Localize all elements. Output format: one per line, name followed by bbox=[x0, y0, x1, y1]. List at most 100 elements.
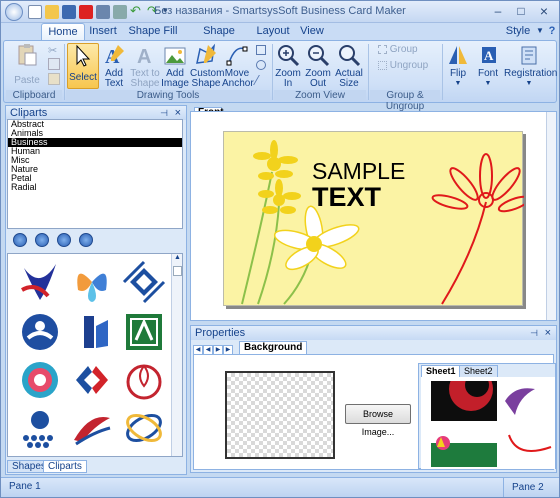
group-label-drawing-tools: Drawing Tools bbox=[66, 90, 270, 101]
registration-button[interactable]: Registration ▼ bbox=[504, 43, 557, 89]
list-item[interactable]: Human bbox=[8, 147, 182, 156]
group-icon bbox=[378, 45, 387, 54]
card-text-line1[interactable]: SAMPLE bbox=[312, 158, 405, 185]
properties-panel: Properties ⊣ × ◀ ◀ ▶ ▶ Background Browse Im… bbox=[190, 325, 557, 473]
tab-home[interactable]: Home bbox=[41, 23, 85, 40]
tab-cliparts[interactable]: Cliparts bbox=[43, 460, 87, 473]
prev-page-button[interactable] bbox=[35, 233, 49, 247]
add-image-button[interactable]: Add Image bbox=[161, 43, 189, 89]
pin-icon[interactable]: ⊣ bbox=[160, 106, 168, 120]
ungroup-button[interactable]: Ungroup bbox=[378, 61, 434, 71]
zoom-out-button[interactable]: Zoom Out bbox=[304, 43, 332, 89]
chevron-down-icon: ▼ bbox=[454, 80, 462, 87]
properties-tab-nav: ◀ ◀ ▶ ▶ bbox=[193, 342, 237, 355]
add-text-icon: A bbox=[105, 45, 124, 67]
tab-view[interactable]: View bbox=[298, 23, 326, 40]
cut-icon[interactable]: ✂ bbox=[48, 44, 60, 57]
clipart-item[interactable] bbox=[70, 358, 114, 402]
custom-shape-button[interactable]: Custom Shape bbox=[190, 43, 224, 89]
background-properties: Browse Image... Sheet1 Sheet2 bbox=[193, 354, 556, 470]
tab-background[interactable]: Background bbox=[239, 341, 308, 354]
line-tool-icon[interactable] bbox=[253, 75, 269, 85]
move-anchor-icon bbox=[226, 46, 248, 66]
tab-shape-fill[interactable]: Shape Fill bbox=[127, 23, 179, 40]
maximize-button[interactable]: □ bbox=[510, 4, 532, 20]
clipart-item[interactable] bbox=[18, 406, 62, 450]
flip-icon bbox=[449, 46, 467, 64]
clipart-gallery: ▲ bbox=[7, 253, 183, 457]
ellipse-tool-icon[interactable] bbox=[256, 60, 266, 70]
tab-insert[interactable]: Insert bbox=[87, 23, 119, 40]
browse-image-button[interactable]: Browse Image... bbox=[345, 404, 411, 437]
first-page-button[interactable] bbox=[13, 233, 27, 247]
scroll-thumb[interactable] bbox=[173, 266, 182, 276]
next-page-button[interactable] bbox=[57, 233, 71, 247]
zoom-in-icon bbox=[278, 45, 300, 67]
group-label-clipboard: Clipboard bbox=[6, 90, 62, 101]
clipart-item[interactable] bbox=[122, 358, 166, 402]
group-separator bbox=[272, 44, 273, 100]
tab-layout[interactable]: Layout bbox=[256, 23, 290, 40]
clipart-item[interactable] bbox=[18, 358, 62, 402]
format-painter-icon[interactable] bbox=[48, 73, 60, 85]
tab-sheet1[interactable]: Sheet1 bbox=[421, 365, 461, 377]
window-title: Без названия - SmartsysSoft Business Car… bbox=[154, 5, 406, 17]
ungroup-icon bbox=[378, 61, 387, 70]
zoom-in-button[interactable]: Zoom In bbox=[274, 43, 302, 89]
clipart-item[interactable] bbox=[122, 260, 166, 304]
canvas-scrollbar[interactable] bbox=[546, 112, 556, 320]
actual-size-button[interactable]: Actual Size bbox=[334, 43, 364, 89]
text-to-shape-button[interactable]: A Text to Shape bbox=[129, 43, 161, 89]
background-thumbnail[interactable] bbox=[431, 381, 497, 421]
business-card[interactable]: SAMPLE TEXT bbox=[223, 131, 524, 306]
copy-icon[interactable] bbox=[48, 58, 60, 70]
clipart-item[interactable] bbox=[70, 310, 114, 354]
tab-sheet2[interactable]: Sheet2 bbox=[459, 365, 498, 377]
add-text-button[interactable]: A AddText bbox=[100, 43, 128, 89]
list-item[interactable]: Nature bbox=[8, 165, 182, 174]
clipart-item[interactable] bbox=[122, 310, 166, 354]
close-icon[interactable]: × bbox=[175, 106, 181, 120]
close-button[interactable]: × bbox=[533, 4, 555, 20]
clipart-item[interactable] bbox=[70, 260, 114, 304]
close-icon[interactable]: × bbox=[545, 326, 551, 340]
move-anchor-button[interactable]: Move Anchor bbox=[222, 43, 254, 89]
help-icon[interactable]: ? bbox=[547, 23, 557, 40]
group-button[interactable]: Group bbox=[378, 45, 428, 55]
clipart-item[interactable] bbox=[122, 406, 166, 450]
chevron-down-icon: ▼ bbox=[525, 80, 533, 87]
pin-icon[interactable]: ⊣ bbox=[530, 326, 538, 340]
card-text-line2[interactable]: TEXT bbox=[312, 182, 381, 213]
list-item[interactable]: Radial bbox=[8, 183, 182, 192]
registration-icon bbox=[521, 46, 537, 65]
background-gallery: Sheet1 Sheet2 bbox=[418, 363, 556, 469]
tab-shape-stroke[interactable]: Shape Stroke bbox=[186, 23, 252, 53]
background-thumbnail[interactable] bbox=[505, 381, 555, 421]
background-preview bbox=[225, 371, 335, 459]
font-button[interactable]: A Font ▼ bbox=[476, 43, 500, 89]
rectangle-tool-icon[interactable] bbox=[256, 45, 266, 55]
chevron-down-icon[interactable]: ▼ bbox=[535, 23, 545, 40]
background-thumbnail[interactable] bbox=[431, 427, 497, 467]
status-pane-1: Pane 1 bbox=[9, 481, 41, 492]
clipart-item[interactable] bbox=[18, 310, 62, 354]
background-thumbnails bbox=[421, 377, 555, 469]
actual-size-icon bbox=[339, 45, 361, 67]
app-window: ↶ ↷ ▾ Без названия - SmartsysSoft Busine… bbox=[0, 0, 560, 498]
last-page-button[interactable] bbox=[79, 233, 93, 247]
ribbon-tabs: Home Insert Shape Fill Shape Stroke Layo… bbox=[1, 23, 559, 53]
clipart-item[interactable] bbox=[70, 406, 114, 450]
paste-icon bbox=[18, 44, 37, 66]
background-thumbnail[interactable] bbox=[505, 427, 555, 467]
select-button[interactable]: Select bbox=[67, 43, 99, 89]
group-separator bbox=[368, 44, 369, 100]
gallery-scrollbar[interactable]: ▲ bbox=[171, 254, 182, 456]
scroll-up-icon[interactable]: ▲ bbox=[173, 254, 182, 264]
style-menu[interactable]: Style bbox=[503, 23, 533, 40]
zoom-out-icon bbox=[308, 45, 330, 67]
clipart-item[interactable] bbox=[18, 260, 62, 304]
clipart-category-list[interactable]: Abstract Animals Business Human Misc Nat… bbox=[7, 119, 183, 229]
minimize-button[interactable]: – bbox=[487, 4, 509, 20]
flip-button[interactable]: Flip ▼ bbox=[446, 43, 470, 89]
paste-button[interactable]: Paste bbox=[12, 43, 42, 86]
